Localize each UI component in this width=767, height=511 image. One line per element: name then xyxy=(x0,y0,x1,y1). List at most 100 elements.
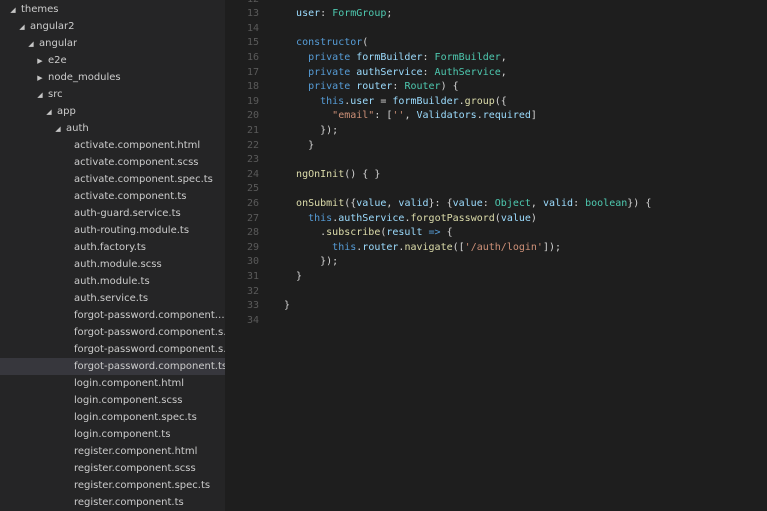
code-line[interactable]: 32 xyxy=(225,285,284,300)
code-line[interactable]: 31 } xyxy=(225,270,302,285)
line-number: 34 xyxy=(246,314,259,326)
line-number: 29 xyxy=(246,241,259,253)
tree-folder[interactable]: ◢ src xyxy=(0,86,225,103)
code-line[interactable]: 23 xyxy=(225,153,284,168)
tree-item-label: register.component.html xyxy=(74,446,198,457)
code-line[interactable]: 18 private router: Router) { xyxy=(225,80,459,95)
code-token: () { } xyxy=(344,168,381,180)
tree-file[interactable]: activate.component.scss xyxy=(0,154,225,171)
code-token: forgotPassword xyxy=(410,212,495,224)
chevron-down-icon[interactable]: ◢ xyxy=(53,121,63,137)
tree-folder[interactable]: ◢ themes xyxy=(0,1,225,18)
tree-folder[interactable]: ▶ node_modules xyxy=(0,69,225,86)
tree-file[interactable]: forgot-password.component.ts xyxy=(0,358,225,375)
code-line[interactable]: 27 this.authService.forgotPassword(value… xyxy=(225,212,537,227)
tree-folder[interactable]: ◢ angular xyxy=(0,35,225,52)
code-token: : xyxy=(422,66,435,78)
tree-folder[interactable]: ◢ angular2 xyxy=(0,18,225,35)
tree-file[interactable]: register.component.html xyxy=(0,443,225,460)
tree-file[interactable]: forgot-password.component.html xyxy=(0,307,225,324)
code-token: user xyxy=(350,95,375,107)
code-text: user: FormGroup; xyxy=(284,7,392,22)
tree-file[interactable]: login.component.html xyxy=(0,375,225,392)
code-line[interactable]: 24 ngOnInit() { } xyxy=(225,168,380,183)
code-line[interactable]: 21 }); xyxy=(225,124,338,139)
code-editor[interactable]: 1213 user: FormGroup;1415 constructor(16… xyxy=(225,0,767,511)
tree-file[interactable]: login.component.ts xyxy=(0,426,225,443)
tree-folder[interactable]: ▶ e2e xyxy=(0,52,225,69)
code-line[interactable]: 19 this.user = formBuilder.group({ xyxy=(225,95,507,110)
tree-item-label: angular2 xyxy=(30,21,75,32)
tree-file[interactable]: auth.module.scss xyxy=(0,256,225,273)
code-line[interactable]: 33} xyxy=(225,299,290,314)
tree-file[interactable]: auth-guard.service.ts xyxy=(0,205,225,222)
code-token: Validators xyxy=(416,110,477,122)
code-token: : xyxy=(320,8,333,20)
chevron-down-icon[interactable]: ◢ xyxy=(8,2,18,18)
tree-item-label: app xyxy=(57,106,76,117)
tree-file[interactable]: login.component.spec.ts xyxy=(0,409,225,426)
code-token: => xyxy=(422,227,447,239)
code-token: Router xyxy=(404,81,441,93)
code-line[interactable]: 13 user: FormGroup; xyxy=(225,7,392,22)
code-token: , xyxy=(386,198,399,209)
chevron-right-icon[interactable]: ▶ xyxy=(35,53,45,69)
code-line[interactable]: 28 .subscribe(result => { xyxy=(225,226,453,241)
chevron-down-icon[interactable]: ◢ xyxy=(44,104,54,120)
line-number: 31 xyxy=(246,271,259,282)
code-line[interactable]: 16 private formBuilder: FormBuilder, xyxy=(225,51,507,66)
code-token: boolean xyxy=(585,198,628,209)
tree-file[interactable]: auth.service.ts xyxy=(0,290,225,307)
code-token: , xyxy=(500,66,507,78)
tree-file[interactable]: forgot-password.component.scss xyxy=(0,324,225,341)
code-line[interactable]: 20 "email": ['', Validators.required] xyxy=(225,109,537,124)
tree-item-label: auth.service.ts xyxy=(74,293,149,304)
tree-file[interactable]: auth-routing.module.ts xyxy=(0,222,225,239)
code-line[interactable]: 25 xyxy=(225,182,284,197)
tree-file[interactable]: forgot-password.component.spec.ts xyxy=(0,341,225,358)
code-line[interactable]: 34 xyxy=(225,314,284,329)
tree-file[interactable]: activate.component.ts xyxy=(0,188,225,205)
code-token: = xyxy=(374,95,393,107)
code-text: this.user = formBuilder.group({ xyxy=(284,95,507,110)
chevron-down-icon[interactable]: ◢ xyxy=(35,87,45,103)
tree-folder[interactable]: ◢ app xyxy=(0,103,225,120)
tree-file[interactable]: auth.module.ts xyxy=(0,273,225,290)
line-number: 25 xyxy=(246,183,259,195)
code-line[interactable]: 22 } xyxy=(225,139,314,154)
tree-file[interactable]: register.component.scss xyxy=(0,460,225,477)
tree-file[interactable]: activate.component.spec.ts xyxy=(0,171,225,188)
code-token: ] xyxy=(530,110,537,122)
code-line[interactable]: 17 private authService: AuthService, xyxy=(225,66,507,81)
code-token: ({ xyxy=(494,95,507,107)
code-text: constructor( xyxy=(284,36,368,51)
chevron-down-icon[interactable]: ◢ xyxy=(17,19,27,35)
tree-file[interactable]: register.component.spec.ts xyxy=(0,477,225,494)
tree-folder[interactable]: ◢ auth xyxy=(0,120,225,137)
code-line[interactable]: 14 xyxy=(225,22,284,37)
code-token: }) { xyxy=(627,198,652,209)
tree-file[interactable]: activate.component.html xyxy=(0,137,225,154)
chevron-down-icon[interactable]: ◢ xyxy=(26,36,36,52)
tree-file[interactable]: auth.factory.ts xyxy=(0,239,225,256)
code-line[interactable]: 30 }); xyxy=(225,255,338,270)
line-number: 28 xyxy=(246,227,259,239)
code-token: { xyxy=(446,227,453,239)
line-number: 15 xyxy=(246,37,259,49)
tree-item-label: register.component.spec.ts xyxy=(74,480,211,491)
tree-file[interactable]: register.component.ts xyxy=(0,494,225,511)
chevron-right-icon[interactable]: ▶ xyxy=(35,70,45,86)
code-token: subscribe xyxy=(326,227,381,239)
code-token: this xyxy=(308,212,333,224)
tree-file[interactable]: login.component.scss xyxy=(0,392,225,409)
code-line[interactable]: 15 constructor( xyxy=(225,36,368,51)
code-token: "email" xyxy=(332,110,375,122)
code-line[interactable]: 12 xyxy=(225,0,284,7)
code-token: : [ xyxy=(374,110,393,122)
code-line[interactable]: 29 this.router.navigate(['/auth/login'])… xyxy=(225,241,561,256)
code-line[interactable]: 26 onSubmit({value, valid}: {value: Obje… xyxy=(225,197,651,212)
